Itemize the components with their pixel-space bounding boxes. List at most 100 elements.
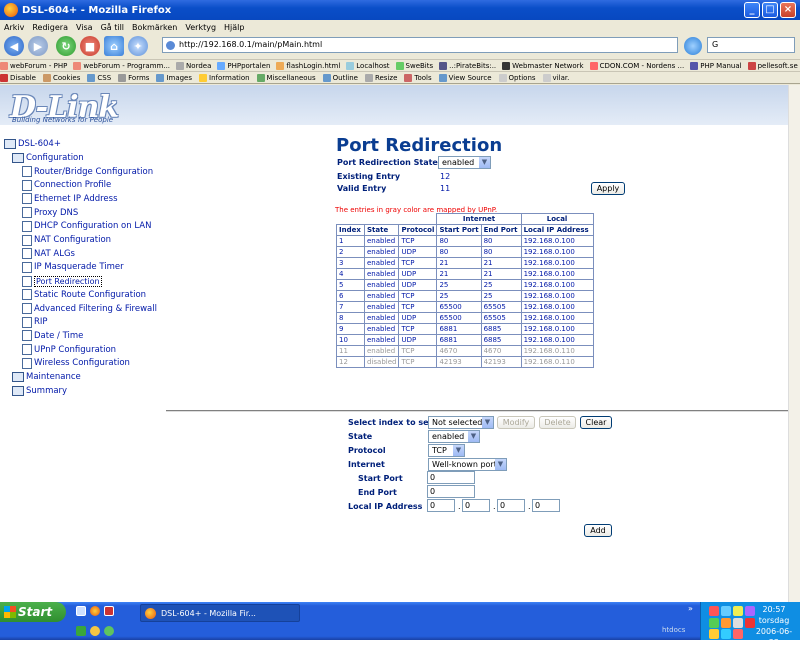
bookmark-item[interactable]: SweBits: [395, 61, 433, 70]
tree-item[interactable]: DSL-604+: [4, 137, 61, 150]
modify-button[interactable]: Modify: [497, 416, 535, 429]
devtool-menu[interactable]: vilar.: [542, 73, 569, 82]
menu-item[interactable]: Visa: [76, 23, 93, 32]
tree-item[interactable]: Summary: [12, 384, 67, 397]
chevron-icon[interactable]: »: [688, 604, 693, 613]
clear-button[interactable]: Clear: [580, 416, 612, 429]
tray-icon[interactable]: [721, 606, 731, 616]
tray-icon[interactable]: [733, 629, 743, 639]
menu-item[interactable]: Arkiv: [4, 23, 24, 32]
table-row[interactable]: 5 enabled UDP 25 25 192.168.0.100: [336, 279, 594, 291]
devtool-menu[interactable]: Options: [498, 73, 536, 82]
bookmark-item[interactable]: webForum - PHP: [0, 61, 67, 70]
table-row[interactable]: 9 enabled TCP 6881 6885 192.168.0.100: [336, 323, 594, 335]
bulb-icon[interactable]: ✦: [128, 36, 148, 56]
form-state-select[interactable]: enabled ▼: [428, 430, 480, 443]
app-quicklaunch-icon[interactable]: [104, 626, 114, 636]
home-icon[interactable]: ⌂: [104, 36, 124, 56]
tree-item[interactable]: NAT Configuration: [22, 234, 111, 247]
show-desktop-icon[interactable]: [76, 606, 86, 616]
ip-octet-2[interactable]: 0: [462, 499, 490, 512]
start-port-input[interactable]: 0: [427, 471, 475, 484]
bookmark-item[interactable]: flashLogin.html: [276, 61, 340, 70]
delete-button[interactable]: Delete: [539, 416, 576, 429]
table-row[interactable]: 7 enabled TCP 65500 65505 192.168.0.100: [336, 301, 594, 313]
minimize-button[interactable]: _: [744, 2, 760, 18]
app-quicklaunch-icon[interactable]: [90, 626, 100, 636]
table-row[interactable]: 4 enabled UDP 21 21 192.168.0.100: [336, 268, 594, 280]
forward-button[interactable]: ▶: [28, 36, 48, 56]
table-row[interactable]: 11 enabled TCP 4670 4670 192.168.0.110: [336, 345, 594, 357]
tree-item[interactable]: Date / Time: [22, 329, 83, 342]
devtool-menu[interactable]: Resize: [364, 73, 397, 82]
tray-icon[interactable]: [709, 629, 719, 639]
tree-item[interactable]: Proxy DNS: [22, 206, 78, 219]
start-button[interactable]: Start: [0, 602, 66, 622]
menu-item[interactable]: Hjälp: [224, 23, 244, 32]
bookmark-item[interactable]: PHPportalen: [217, 61, 270, 70]
devtool-menu[interactable]: Tools: [404, 73, 432, 82]
tree-item[interactable]: NAT ALGs: [22, 247, 75, 260]
end-port-input[interactable]: 0: [427, 485, 475, 498]
menu-item[interactable]: Gå till: [101, 23, 124, 32]
devtool-menu[interactable]: Information: [199, 73, 250, 82]
maximize-button[interactable]: □: [762, 2, 778, 18]
redirection-state-select[interactable]: enabled ▼: [438, 156, 491, 169]
tree-item[interactable]: UPnP Configuration: [22, 343, 116, 356]
tree-item[interactable]: Port Redirection: [22, 275, 102, 288]
vertical-scrollbar[interactable]: [788, 85, 800, 602]
taskbar-item-firefox[interactable]: DSL-604+ - Mozilla Fir...: [140, 604, 300, 622]
reload-button[interactable]: ↻: [56, 36, 76, 56]
table-row[interactable]: 10 enabled UDP 6881 6885 192.168.0.100: [336, 334, 594, 346]
devtool-menu[interactable]: Images: [156, 73, 192, 82]
table-row[interactable]: 1 enabled TCP 80 80 192.168.0.100: [336, 235, 594, 247]
devtool-menu[interactable]: Forms: [118, 73, 149, 82]
table-row[interactable]: 6 enabled TCP 25 25 192.168.0.100: [336, 290, 594, 302]
tree-item[interactable]: DHCP Configuration on LAN: [22, 220, 151, 233]
table-row[interactable]: 8 enabled UDP 65500 65505 192.168.0.100: [336, 312, 594, 324]
tree-item[interactable]: Ethernet IP Address: [22, 192, 118, 205]
menu-item[interactable]: Redigera: [32, 23, 68, 32]
bookmark-item[interactable]: Webmaster Network: [502, 61, 584, 70]
devtool-menu[interactable]: CSS: [87, 73, 111, 82]
bookmark-item[interactable]: Nordea: [176, 61, 211, 70]
toolbar-label-htdocs[interactable]: htdocs: [662, 626, 685, 634]
protocol-select[interactable]: TCP ▼: [428, 444, 465, 457]
bookmark-item[interactable]: pellesoft.se - En Sven...: [747, 61, 800, 70]
table-row[interactable]: 2 enabled UDP 80 80 192.168.0.100: [336, 246, 594, 258]
tree-item[interactable]: Router/Bridge Configuration: [22, 165, 153, 178]
tray-icon[interactable]: [733, 618, 743, 628]
tray-icon[interactable]: [721, 629, 731, 639]
bookmark-item[interactable]: CDON.COM - Nordens ...: [589, 61, 684, 70]
app-quicklaunch-icon[interactable]: [76, 626, 86, 636]
back-button[interactable]: ◀: [4, 36, 24, 56]
firefox-quicklaunch-icon[interactable]: [90, 606, 100, 616]
bookmark-item[interactable]: ..:PirateBits:..: [439, 61, 496, 70]
bookmark-item[interactable]: PHP Manual: [690, 61, 742, 70]
tree-item[interactable]: Wireless Configuration: [22, 357, 130, 370]
bookmark-item[interactable]: webForum - Programm...: [73, 61, 170, 70]
menu-item[interactable]: Verktyg: [185, 23, 216, 32]
add-button[interactable]: Add: [584, 524, 612, 537]
tray-icon[interactable]: [721, 618, 731, 628]
menu-item[interactable]: Bokmärken: [132, 23, 177, 32]
tree-item[interactable]: Maintenance: [12, 371, 81, 384]
tray-icon[interactable]: [733, 606, 743, 616]
tree-item[interactable]: Connection Profile: [22, 179, 111, 192]
tree-item[interactable]: Advanced Filtering & Firewall: [22, 302, 157, 315]
clock[interactable]: 20:57 torsdag 2006-06-22: [752, 604, 796, 648]
tree-item[interactable]: IP Masquerade Timer: [22, 261, 124, 274]
tree-item[interactable]: RIP: [22, 316, 48, 329]
devtool-menu[interactable]: Cookies: [42, 73, 80, 82]
apply-button[interactable]: Apply: [591, 182, 625, 195]
devtool-menu[interactable]: Disable: [0, 73, 36, 82]
internet-port-select[interactable]: Well-known port ▼: [428, 458, 507, 471]
index-select[interactable]: Not selected ▼: [428, 416, 494, 429]
ip-octet-3[interactable]: 0: [497, 499, 525, 512]
app-quicklaunch-icon[interactable]: [104, 606, 114, 616]
tray-icon[interactable]: [709, 606, 719, 616]
devtool-menu[interactable]: Outline: [322, 73, 358, 82]
devtool-menu[interactable]: Miscellaneous: [256, 73, 316, 82]
stop-button[interactable]: ■: [80, 36, 100, 56]
address-bar[interactable]: http://192.168.0.1/main/pMain.html: [162, 37, 678, 53]
